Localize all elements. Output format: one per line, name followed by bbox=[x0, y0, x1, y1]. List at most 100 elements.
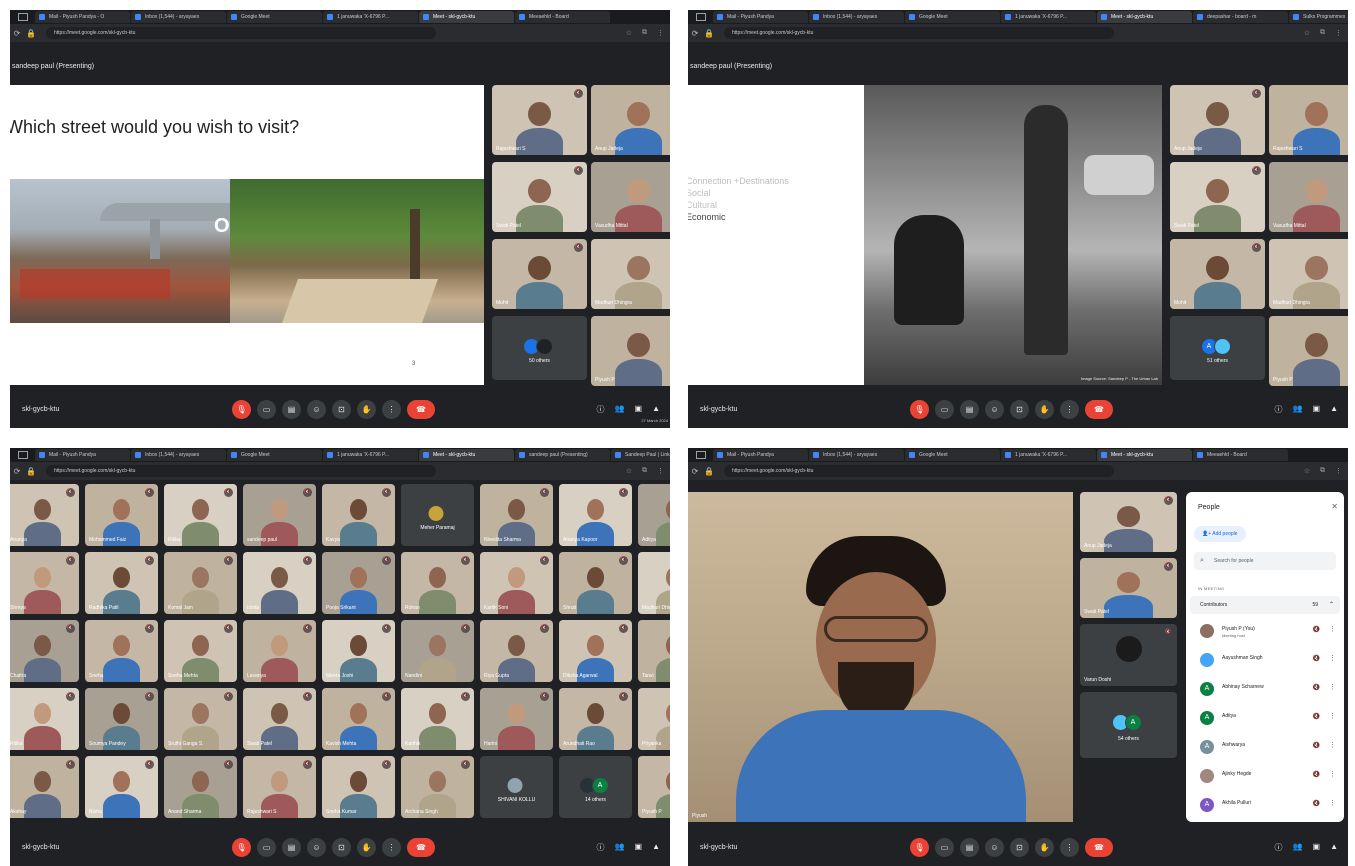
participant-tile[interactable]: Priyanka🔇 bbox=[638, 688, 670, 750]
browser-tab[interactable]: Meet - skl-gycb-ktu bbox=[1097, 449, 1192, 461]
present-icon[interactable]: ⊡ bbox=[1010, 838, 1029, 857]
participant-tile[interactable]: Rajeshwari S 🔇 bbox=[492, 85, 587, 155]
participant-tile[interactable]: Swati Patel 🔇 bbox=[492, 162, 587, 232]
participant-tile[interactable]: Sneha Mehta 🔇 bbox=[164, 620, 237, 682]
browser-tab[interactable]: Mail - Piyush Pandya bbox=[713, 11, 808, 23]
participant-tile[interactable]: Ritika 🔇 bbox=[164, 484, 237, 546]
participant-tile[interactable]: Mohit 🔇 bbox=[1170, 239, 1265, 309]
more-options-icon[interactable]: ⋮ bbox=[1329, 654, 1336, 662]
participant-tile[interactable]: Nivedita Sharma 🔇 bbox=[480, 484, 553, 546]
end-call-icon[interactable]: ☎ bbox=[1085, 838, 1113, 857]
extension-icons[interactable]: ☆ ⧉ ⋮ bbox=[436, 29, 670, 37]
participant-tile[interactable]: Anup Jadeja🔇 bbox=[591, 85, 670, 155]
url-field[interactable]: https://meet.google.com/skl-gycb-ktu bbox=[46, 27, 436, 39]
participant-tile[interactable]: Piyush P🔇 bbox=[638, 756, 670, 818]
participant-tile[interactable]: Riya Gupta 🔇 bbox=[480, 620, 553, 682]
mic-muted-icon[interactable]: 🔇 bbox=[1313, 655, 1320, 662]
people-list-item[interactable]: A Akhila Pulluri 🔇 ⋮ bbox=[1200, 796, 1338, 816]
mic-off-icon[interactable]: 🎙 bbox=[910, 838, 929, 857]
participant-tile[interactable]: Meher Paramaj bbox=[401, 484, 474, 546]
participant-tile[interactable]: Archana Singh 🔇 bbox=[401, 756, 474, 818]
captions-icon[interactable]: ▤ bbox=[282, 838, 301, 857]
people-list-item[interactable]: A Abhinay Scharnew 🔇 ⋮ bbox=[1200, 680, 1338, 700]
browser-tab[interactable]: Meet - skl-gycb-ktu bbox=[419, 449, 514, 461]
people-list-item[interactable]: A Aishwarya 🔇 ⋮ bbox=[1200, 738, 1338, 758]
active-speaker-tile[interactable]: Piyush bbox=[688, 492, 1073, 822]
participant-tile[interactable]: Sneha Kumar 🔇 bbox=[322, 756, 395, 818]
reload-icon[interactable]: ⟳ bbox=[688, 467, 702, 476]
activities-icon[interactable]: ▲ bbox=[1330, 404, 1338, 415]
participant-tile[interactable]: Radhika Patil 🔇 bbox=[85, 552, 158, 614]
mic-muted-icon[interactable]: 🔇 bbox=[1313, 742, 1320, 749]
browser-tab[interactable]: Google Meet bbox=[905, 449, 1000, 461]
participant-tile[interactable]: Meera Joshi 🔇 bbox=[322, 620, 395, 682]
more-options-icon[interactable]: ⋮ bbox=[1329, 625, 1336, 633]
chevron-up-icon[interactable]: ⌃ bbox=[1329, 596, 1334, 614]
participant-tile[interactable]: Pooja Srikant 🔇 bbox=[322, 552, 395, 614]
people-icon[interactable]: 👥 bbox=[615, 842, 625, 853]
browser-tab[interactable]: 1 januwaka 'X-6796 P... bbox=[323, 449, 418, 461]
chat-icon[interactable]: ▣ bbox=[635, 404, 643, 415]
participant-tile[interactable]: Ishita 🔇 bbox=[243, 552, 316, 614]
participant-tile[interactable]: Anup Jadeja🔇 bbox=[1170, 85, 1265, 155]
participant-tile[interactable]: Lavanya 🔇 bbox=[243, 620, 316, 682]
browser-tab[interactable]: Inbox (1,544) - aryayaes bbox=[809, 11, 904, 23]
participant-tile[interactable]: Madhuri Dhingra🔇 bbox=[591, 239, 670, 309]
participant-tile[interactable]: Nandini 🔇 bbox=[401, 620, 474, 682]
participant-tile[interactable]: Aditya🔇 bbox=[638, 484, 670, 546]
captions-icon[interactable]: ▤ bbox=[282, 400, 301, 419]
end-call-icon[interactable]: ☎ bbox=[407, 838, 435, 857]
present-icon[interactable]: ⊡ bbox=[1010, 400, 1029, 419]
people-list-item[interactable]: Piyush P (You) Meeting host 🔇 ⋮ bbox=[1200, 622, 1338, 642]
emoji-icon[interactable]: ☺ bbox=[985, 838, 1004, 857]
participant-tile[interactable]: Kavya 🔇 bbox=[322, 484, 395, 546]
participant-tile[interactable]: Anand Sharma 🔇 bbox=[164, 756, 237, 818]
url-field[interactable]: https://meet.google.com/skl-gycb-ktu bbox=[724, 465, 1114, 477]
people-list-item[interactable]: Ajinky Hegde 🔇 ⋮ bbox=[1200, 767, 1338, 787]
browser-tab[interactable]: Meet - skl-gycb-ktu bbox=[1097, 11, 1192, 23]
others-tile[interactable]: 50 others bbox=[492, 316, 587, 380]
participant-tile[interactable]: Vasudha Mittal🔇 bbox=[591, 162, 670, 232]
participant-tile[interactable]: Swati Patel 🔇 bbox=[243, 688, 316, 750]
window-menu-icon[interactable] bbox=[696, 451, 706, 459]
more-options-icon[interactable]: ⋮ bbox=[1329, 712, 1336, 720]
camera-icon[interactable]: ▭ bbox=[935, 400, 954, 419]
info-icon[interactable]: ⓘ bbox=[597, 404, 605, 415]
emoji-icon[interactable]: ☺ bbox=[307, 400, 326, 419]
mic-muted-icon[interactable]: 🔇 bbox=[1313, 626, 1320, 633]
end-call-icon[interactable]: ☎ bbox=[407, 400, 435, 419]
raise-hand-icon[interactable]: ✋ bbox=[357, 400, 376, 419]
mic-off-icon[interactable]: 🎙 bbox=[232, 838, 251, 857]
chat-icon[interactable]: ▣ bbox=[1313, 404, 1321, 415]
participant-tile[interactable]: Rohan 🔇 bbox=[401, 552, 474, 614]
contributors-group[interactable]: Contributors 59 ⌃ bbox=[1190, 596, 1340, 614]
more-options-icon[interactable]: ⋮ bbox=[1329, 683, 1336, 691]
window-menu-icon[interactable] bbox=[18, 451, 28, 459]
browser-tab[interactable]: 1 januwaka 'X-6796 P... bbox=[323, 11, 418, 23]
browser-tab[interactable]: Mail - Piyush Pandya bbox=[713, 449, 808, 461]
emoji-icon[interactable]: ☺ bbox=[307, 838, 326, 857]
others-tile[interactable]: A 54 others bbox=[1080, 692, 1177, 758]
browser-tab[interactable]: Inbox (1,544) - aryayaes bbox=[131, 11, 226, 23]
raise-hand-icon[interactable]: ✋ bbox=[1035, 838, 1054, 857]
add-people-button[interactable]: 👤+ Add people bbox=[1194, 526, 1246, 542]
info-icon[interactable]: ⓘ bbox=[1275, 404, 1283, 415]
extension-icons[interactable]: ☆ ⧉ ⋮ bbox=[436, 467, 670, 475]
people-list-item[interactable]: Aayushman Singh 🔇 ⋮ bbox=[1200, 651, 1338, 671]
chat-icon[interactable]: ▣ bbox=[1313, 842, 1321, 853]
browser-tab[interactable]: Google Meet bbox=[227, 449, 322, 461]
window-menu-icon[interactable] bbox=[18, 13, 28, 21]
participant-tile[interactable]: Ananya 🔇 bbox=[10, 484, 79, 546]
mic-off-icon[interactable]: 🎙 bbox=[910, 400, 929, 419]
activities-icon[interactable]: ▲ bbox=[1330, 842, 1338, 853]
participant-tile[interactable]: Ritika 🔇 bbox=[10, 688, 79, 750]
others-tile[interactable]: A 51 others bbox=[1170, 316, 1265, 380]
more-options-icon[interactable]: ⋮ bbox=[1060, 400, 1079, 419]
mic-muted-icon[interactable]: 🔇 bbox=[1313, 771, 1320, 778]
browser-tab[interactable]: Sulks Programmes bbox=[1289, 11, 1348, 23]
reload-icon[interactable]: ⟳ bbox=[688, 29, 702, 38]
captions-icon[interactable]: ▤ bbox=[960, 400, 979, 419]
participant-tile[interactable]: Shreya 🔇 bbox=[10, 552, 79, 614]
close-icon[interactable]: ✕ bbox=[1331, 502, 1338, 511]
participant-tile[interactable]: Karthik 🔇 bbox=[401, 688, 474, 750]
